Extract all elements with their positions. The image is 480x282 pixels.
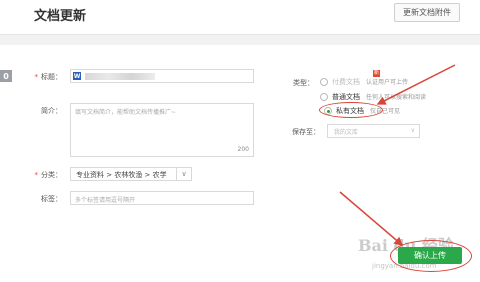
required-mark: * — [34, 171, 39, 179]
header-bar: 文档更新 更新文档附件 — [0, 0, 480, 35]
option-label: 付费文档 — [332, 78, 360, 86]
intro-label: 简介： — [41, 107, 62, 115]
title-label-text: 标题： — [41, 73, 62, 81]
page-title: 文档更新 — [34, 9, 87, 24]
save-to-value: 我的文库 — [334, 129, 359, 136]
category-select[interactable]: 专业资料 > 农林牧渔 > 农学 ∨ — [70, 167, 192, 181]
chevron-down-icon[interactable]: ∨ — [176, 168, 191, 180]
intro-textarea[interactable]: 填写文档简介，能帮助文档传播推广~ 200 — [70, 103, 254, 157]
intro-char-counter: 200 — [237, 146, 249, 153]
tags-placeholder: 多个标签请用逗号隔开 — [75, 197, 136, 204]
title-input[interactable]: W — [70, 69, 254, 83]
category-label: * 分类： — [24, 170, 63, 180]
blurred-title-text — [85, 73, 155, 80]
annotation-circle — [319, 102, 383, 118]
category-value: 专业资料 > 农林牧渔 > 农学 — [76, 171, 167, 179]
option-description: 任何人可以搜索和阅读 — [366, 94, 427, 101]
word-file-icon: W — [73, 72, 81, 80]
annotation-circle — [390, 240, 472, 272]
tags-label: 标签： — [41, 195, 62, 203]
chevron-down-icon: ∨ — [410, 127, 415, 134]
radio-button[interactable] — [320, 78, 328, 86]
intro-placeholder: 填写文档简介，能帮助文档传播推广~ — [75, 109, 177, 116]
radio-button[interactable] — [320, 93, 328, 101]
save-to-label: 保存至： — [292, 128, 320, 136]
tags-input[interactable]: 多个标签请用逗号隔开 — [70, 191, 254, 205]
radio-option-paid[interactable]: 付费文档 认证用户可上传 — [320, 77, 408, 87]
new-badge: 新 — [373, 70, 380, 77]
radio-option-normal[interactable]: 普通文档 任何人可以搜索和阅读 — [320, 92, 426, 102]
side-tab[interactable]: 0 — [0, 70, 12, 82]
separator-band — [0, 35, 480, 45]
option-label: 普通文档 — [332, 93, 360, 101]
option-description: 认证用户可上传 — [366, 79, 409, 86]
category-label-text: 分类： — [41, 171, 62, 179]
type-label: 类型： — [293, 79, 314, 87]
update-attachment-button[interactable]: 更新文档附件 — [394, 3, 460, 22]
title-label: * 标题： — [24, 72, 63, 82]
save-to-select[interactable]: 我的文库 ∨ — [327, 124, 420, 138]
required-mark: * — [34, 73, 39, 81]
